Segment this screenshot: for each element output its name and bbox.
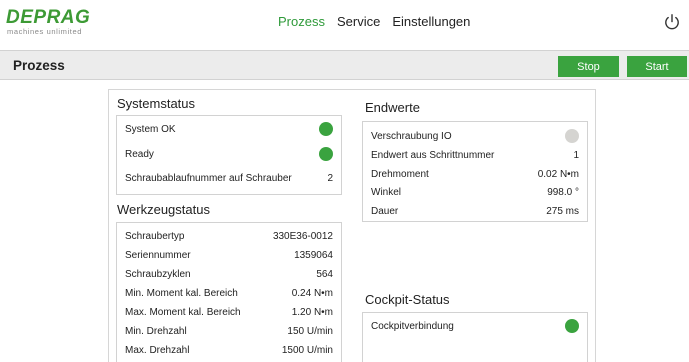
stop-button[interactable]: Stop: [558, 56, 619, 77]
table-row: Seriennummer 1359064: [125, 247, 333, 263]
row-label: Dauer: [371, 205, 399, 217]
table-row: Min. Drehzahl 150 U/min: [125, 323, 333, 339]
row-label: Schraubzyklen: [125, 268, 191, 280]
nav-item-einstellungen[interactable]: Einstellungen: [392, 14, 470, 29]
cockpit-status-title: Cockpit-Status: [365, 292, 450, 307]
status-indicator-icon: [565, 319, 579, 333]
page-title: Prozess: [13, 58, 65, 73]
list-item: Ready: [125, 146, 333, 162]
list-item: Endwert aus Schrittnummer 1: [371, 147, 579, 163]
table-row: Min. Moment kal. Bereich 0.24 N•m: [125, 285, 333, 301]
status-indicator-icon: [319, 147, 333, 161]
cockpit-status-box: Cockpitverbindung: [362, 312, 588, 362]
list-item: Drehmoment 0.02 N•m: [371, 166, 579, 182]
list-item: Dauer 275 ms: [371, 203, 579, 219]
table-row: Max. Drehzahl 1500 U/min: [125, 342, 333, 358]
werkzeugstatus-title: Werkzeugstatus: [117, 202, 210, 217]
top-header: DEPRAG machines unlimited Prozess Servic…: [0, 0, 689, 44]
list-item: System OK: [125, 121, 333, 137]
row-value: 2: [327, 172, 333, 184]
start-button[interactable]: Start: [627, 56, 687, 77]
list-item: Winkel 998.0 °: [371, 184, 579, 200]
row-value: 0.02 N•m: [537, 168, 579, 180]
endwerte-box: Verschraubung IO Endwert aus Schrittnumm…: [362, 121, 588, 222]
list-item: Schraubablaufnummer auf Schrauber 2: [125, 170, 333, 186]
row-value: 564: [316, 268, 333, 280]
nav-item-service[interactable]: Service: [337, 14, 380, 29]
row-value: 1.20 N•m: [291, 306, 333, 318]
row-label: Verschraubung IO: [371, 130, 452, 142]
brand-logo: DEPRAG machines unlimited: [6, 7, 91, 36]
row-label: Seriennummer: [125, 249, 191, 261]
endwerte-title: Endwerte: [365, 100, 420, 115]
brand-name: DEPRAG: [6, 7, 91, 28]
row-value: 330E36-0012: [272, 230, 333, 242]
table-row: Schraubertyp 330E36-0012: [125, 228, 333, 244]
list-item: Cockpitverbindung: [371, 318, 579, 334]
row-value: 1: [573, 149, 579, 161]
systemstatus-title: Systemstatus: [117, 96, 196, 111]
row-label: Max. Drehzahl: [125, 344, 190, 356]
power-icon[interactable]: [663, 13, 681, 31]
row-label: System OK: [125, 123, 176, 135]
systemstatus-box: System OK Ready Schraubablaufnummer auf …: [116, 115, 342, 195]
status-indicator-icon: [319, 122, 333, 136]
row-label: Winkel: [371, 186, 402, 198]
row-label: Min. Moment kal. Bereich: [125, 287, 238, 299]
row-label: Ready: [125, 148, 154, 160]
row-label: Drehmoment: [371, 168, 429, 180]
status-indicator-icon: [565, 129, 579, 143]
row-label: Max. Moment kal. Bereich: [125, 306, 241, 318]
werkzeugstatus-box: Schraubertyp 330E36-0012 Seriennummer 13…: [116, 222, 342, 362]
main-nav: Prozess Service Einstellungen: [278, 14, 470, 29]
row-label: Schraubertyp: [125, 230, 185, 242]
process-panel: Systemstatus System OK Ready Schraubabla…: [108, 89, 596, 362]
row-label: Cockpitverbindung: [371, 320, 454, 332]
row-value: 1500 U/min: [281, 344, 333, 356]
table-row: Schraubzyklen 564: [125, 266, 333, 282]
row-label: Schraubablaufnummer auf Schrauber: [125, 172, 292, 184]
row-label: Endwert aus Schrittnummer: [371, 149, 495, 161]
table-row: Max. Moment kal. Bereich 1.20 N•m: [125, 304, 333, 320]
nav-item-prozess[interactable]: Prozess: [278, 14, 325, 29]
page-title-bar: Prozess Stop Start: [0, 50, 689, 80]
row-value: 998.0 °: [547, 186, 579, 198]
brand-tagline: machines unlimited: [7, 27, 82, 36]
row-value: 275 ms: [546, 205, 579, 217]
row-value: 0.24 N•m: [291, 287, 333, 299]
row-value: 1359064: [294, 249, 333, 261]
row-value: 150 U/min: [287, 325, 333, 337]
row-label: Min. Drehzahl: [125, 325, 187, 337]
list-item: Verschraubung IO: [371, 128, 579, 144]
